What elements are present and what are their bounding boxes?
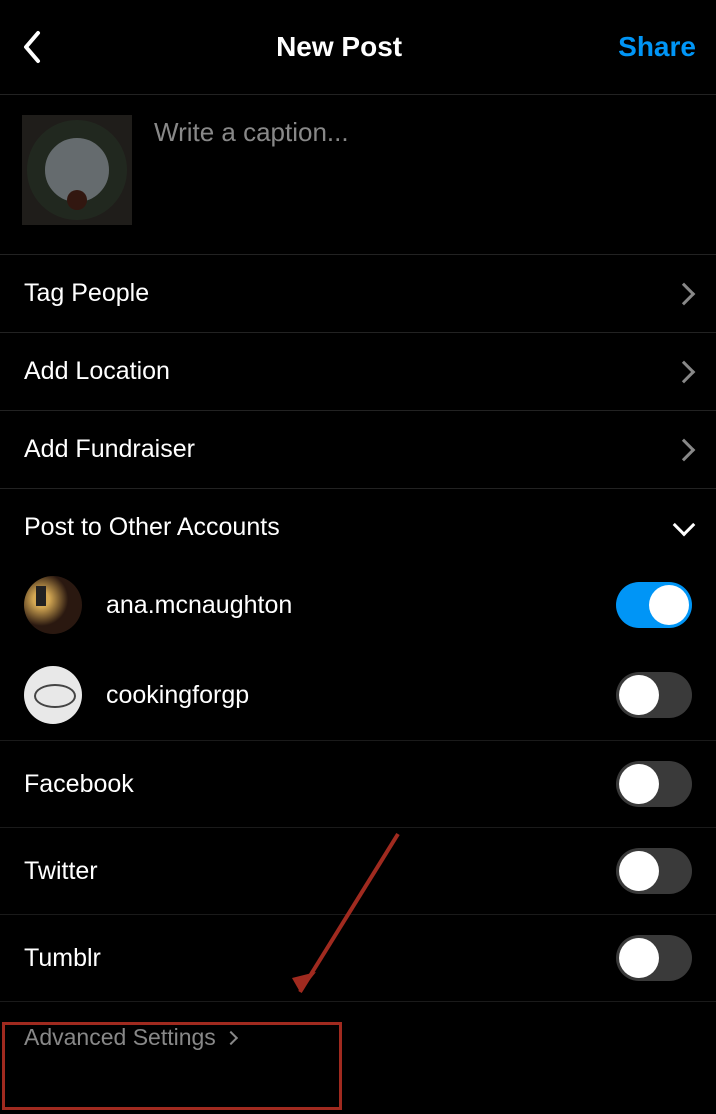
facebook-row: Facebook — [0, 740, 716, 827]
caption-input[interactable]: Write a caption... — [154, 115, 349, 234]
account-name: cookingforgp — [106, 681, 616, 710]
account-row: ana.mcnaughton — [0, 560, 716, 650]
account-name: ana.mcnaughton — [106, 591, 616, 620]
social-label: Facebook — [24, 770, 134, 799]
facebook-toggle[interactable] — [616, 761, 692, 807]
twitter-row: Twitter — [0, 827, 716, 914]
twitter-toggle[interactable] — [616, 848, 692, 894]
chevron-right-icon — [224, 1030, 238, 1044]
tag-people-label: Tag People — [24, 279, 149, 308]
post-thumbnail[interactable] — [22, 115, 132, 225]
page-title: New Post — [276, 31, 402, 63]
chevron-right-icon — [673, 282, 696, 305]
advanced-settings-label: Advanced Settings — [24, 1024, 216, 1051]
advanced-settings-row[interactable]: Advanced Settings — [0, 1001, 716, 1073]
add-fundraiser-label: Add Fundraiser — [24, 435, 195, 464]
post-other-accounts-label: Post to Other Accounts — [24, 513, 280, 542]
add-location-label: Add Location — [24, 357, 170, 386]
tumblr-row: Tumblr — [0, 914, 716, 1001]
tumblr-toggle[interactable] — [616, 935, 692, 981]
header: New Post Share — [0, 0, 716, 95]
account-row: cookingforgp — [0, 650, 716, 740]
tag-people-row[interactable]: Tag People — [0, 255, 716, 333]
add-fundraiser-row[interactable]: Add Fundraiser — [0, 411, 716, 489]
chevron-right-icon — [673, 438, 696, 461]
chevron-left-icon — [20, 29, 42, 65]
social-label: Tumblr — [24, 944, 101, 973]
chevron-down-icon — [673, 513, 696, 536]
back-button[interactable] — [20, 29, 60, 65]
social-label: Twitter — [24, 857, 98, 886]
account-toggle[interactable] — [616, 582, 692, 628]
share-button[interactable]: Share — [618, 31, 696, 63]
account-toggle[interactable] — [616, 672, 692, 718]
avatar — [24, 666, 82, 724]
add-location-row[interactable]: Add Location — [0, 333, 716, 411]
avatar — [24, 576, 82, 634]
caption-area: Write a caption... — [0, 95, 716, 255]
post-other-accounts-header[interactable]: Post to Other Accounts — [0, 489, 716, 560]
chevron-right-icon — [673, 360, 696, 383]
